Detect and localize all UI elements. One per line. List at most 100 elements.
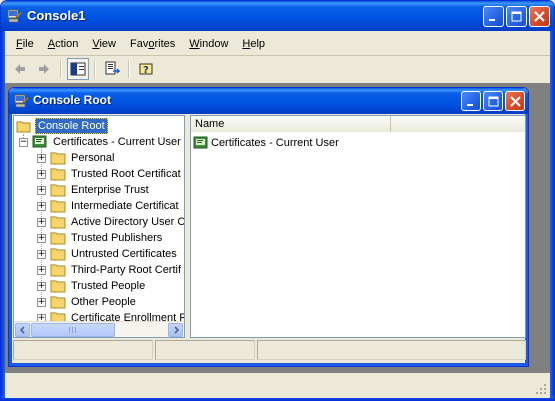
- window-titlebar[interactable]: Console1: [1, 1, 554, 31]
- tree-node-untrusted[interactable]: + Untrusted Certificates: [37, 246, 179, 262]
- column-header-name[interactable]: Name: [191, 116, 391, 132]
- menu-action[interactable]: Action: [41, 34, 86, 54]
- forward-button[interactable]: [33, 58, 55, 80]
- tree-node-trusted-root[interactable]: + Trusted Root Certificat: [37, 166, 183, 182]
- tree-node-active-directory[interactable]: + Active Directory User C: [37, 214, 185, 230]
- folder-icon: [50, 216, 66, 229]
- tree-label: Enterprise Trust: [71, 184, 149, 196]
- menu-favorites[interactable]: Favorites: [123, 34, 182, 54]
- help-icon: ?: [139, 63, 153, 76]
- menu-window[interactable]: Window: [182, 34, 235, 54]
- toolbar-separator: [60, 60, 62, 78]
- window-border-right: [550, 31, 554, 400]
- minimize-button[interactable]: [483, 6, 504, 27]
- child-border-bottom: [9, 363, 528, 366]
- mmc-console-icon: [14, 94, 30, 108]
- expand-icon[interactable]: +: [37, 185, 46, 195]
- toolbar: ?: [5, 57, 550, 81]
- expand-icon[interactable]: +: [37, 297, 46, 307]
- folder-icon: [50, 248, 66, 261]
- child-border-left: [9, 114, 12, 366]
- tree-node-other-people[interactable]: + Other People: [37, 294, 138, 310]
- results-list[interactable]: Name Certificates - Current User: [190, 115, 526, 338]
- tree-node-intermediate[interactable]: + Intermediate Certificat: [37, 198, 181, 214]
- child-maximize-button[interactable]: [483, 91, 503, 111]
- expand-icon[interactable]: +: [37, 217, 46, 227]
- child-close-button[interactable]: [505, 91, 525, 111]
- child-minimize-button[interactable]: [461, 91, 481, 111]
- collapse-icon[interactable]: −: [19, 137, 28, 147]
- show-hide-console-tree-icon: [70, 62, 86, 76]
- status-cell: [155, 340, 255, 360]
- tree-node-personal[interactable]: + Personal: [37, 150, 116, 166]
- main-status-bar: [5, 373, 550, 398]
- tree-label: Untrusted Certificates: [71, 248, 177, 260]
- tree-label: Intermediate Certificat: [71, 200, 179, 212]
- help-button[interactable]: ?: [135, 58, 157, 80]
- menu-view[interactable]: View: [85, 34, 123, 54]
- tree-label-certificates-current-user: Certificates - Current User: [53, 136, 181, 148]
- close-button[interactable]: [529, 6, 550, 27]
- folder-open-icon: [16, 121, 31, 133]
- folder-icon: [50, 152, 66, 165]
- expand-icon[interactable]: +: [37, 281, 46, 291]
- list-item-label: Certificates - Current User: [211, 137, 339, 149]
- expand-icon[interactable]: +: [37, 233, 46, 243]
- tree-label: Trusted People: [71, 280, 146, 292]
- maximize-icon: [488, 96, 498, 106]
- console-root-window: Console Root Console Root − Certificates…: [8, 87, 529, 367]
- column-header-empty[interactable]: [391, 116, 525, 132]
- tree-label-console-root: Console Root: [35, 118, 108, 134]
- resize-grip-icon[interactable]: [535, 383, 547, 395]
- svg-text:?: ?: [143, 65, 149, 76]
- window-title: Console1: [27, 8, 86, 23]
- folder-icon: [50, 280, 66, 293]
- menu-help[interactable]: Help: [235, 34, 272, 54]
- close-icon: [509, 95, 521, 107]
- status-cell: [257, 340, 526, 360]
- expand-icon[interactable]: +: [37, 153, 46, 163]
- console-tree[interactable]: Console Root − Certificates - Current Us…: [13, 115, 185, 338]
- tree-node-enterprise-trust[interactable]: + Enterprise Trust: [37, 182, 151, 198]
- tree-node-certificates-current-user[interactable]: − Certificates - Current User: [19, 134, 183, 150]
- tree-label: Personal: [71, 152, 115, 164]
- expand-icon[interactable]: +: [37, 265, 46, 275]
- list-item[interactable]: Certificates - Current User: [193, 136, 339, 150]
- expand-icon[interactable]: +: [37, 201, 46, 211]
- expand-icon[interactable]: +: [37, 169, 46, 179]
- scroll-left-button[interactable]: [15, 323, 30, 337]
- tree-node-trusted-publishers[interactable]: + Trusted Publishers: [37, 230, 164, 246]
- expand-icon[interactable]: +: [37, 249, 46, 259]
- chevron-left-icon: [19, 326, 25, 334]
- child-status-bar: [13, 340, 526, 362]
- tree-label: Third-Party Root Certif: [71, 264, 182, 276]
- folder-icon: [50, 184, 66, 197]
- tree-label: Active Directory User C: [71, 216, 185, 228]
- mdi-client-area: Console Root Console Root − Certificates…: [5, 83, 550, 398]
- maximize-button[interactable]: [506, 6, 527, 27]
- export-list-button[interactable]: [101, 58, 123, 80]
- tree-label: Trusted Root Certificat: [71, 168, 181, 180]
- tree-node-console-root[interactable]: Console Root: [16, 118, 108, 134]
- forward-arrow-icon: [39, 64, 49, 74]
- tree-label: Other People: [71, 296, 136, 308]
- scroll-thumb[interactable]: [31, 323, 115, 337]
- child-titlebar[interactable]: Console Root: [9, 88, 528, 114]
- scroll-right-button[interactable]: [168, 323, 183, 337]
- tree-label: Trusted Publishers: [71, 232, 163, 244]
- chevron-right-icon: [173, 326, 179, 334]
- show-hide-tree-button[interactable]: [67, 58, 89, 80]
- status-cell: [13, 340, 153, 360]
- tree-node-third-party-root[interactable]: + Third-Party Root Certif: [37, 262, 183, 278]
- menu-file[interactable]: File: [9, 34, 41, 54]
- tree-node-trusted-people[interactable]: + Trusted People: [37, 278, 147, 294]
- minimize-icon: [466, 103, 473, 106]
- folder-icon: [50, 232, 66, 245]
- toolbar-separator: [128, 60, 130, 78]
- toolbar-separator: [94, 60, 96, 78]
- tree-horizontal-scrollbar[interactable]: [14, 321, 184, 337]
- back-button[interactable]: [9, 58, 31, 80]
- folder-icon: [50, 296, 66, 309]
- folder-icon: [50, 200, 66, 213]
- folder-icon: [50, 264, 66, 277]
